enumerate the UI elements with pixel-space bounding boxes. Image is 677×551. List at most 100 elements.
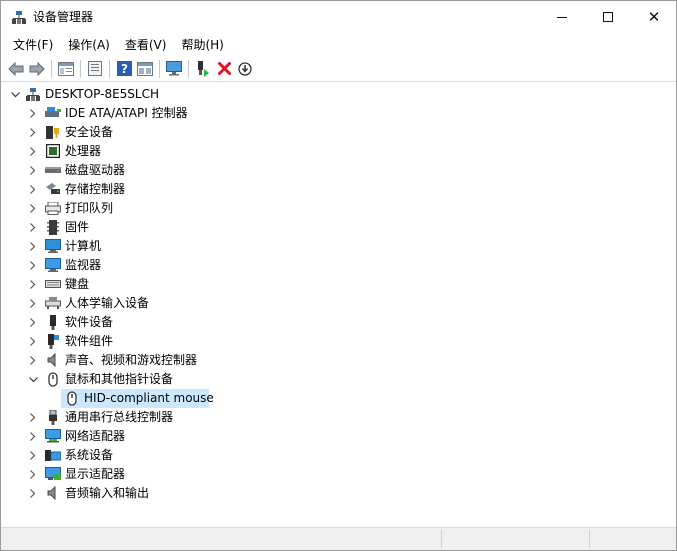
forward-arrow-icon bbox=[29, 61, 45, 76]
minimize-button[interactable] bbox=[539, 1, 585, 33]
expand-chevron-icon[interactable] bbox=[27, 446, 39, 465]
device-tree: DESKTOP-8E5SLCH IDE ATA/ATAPI 控制器 安全设备 处… bbox=[3, 85, 675, 525]
tree-item-label: 软件设备 bbox=[65, 315, 114, 329]
expand-chevron-icon[interactable] bbox=[27, 332, 39, 351]
expand-chevron-icon[interactable] bbox=[27, 465, 39, 484]
monitor-icon bbox=[45, 257, 61, 273]
tree-item-label: 处理器 bbox=[65, 144, 102, 158]
tree-item-label: 打印队列 bbox=[65, 201, 114, 215]
tree-item-audio-io[interactable]: 音频输入和输出 bbox=[3, 484, 303, 503]
tree-item-sound[interactable]: 声音、视频和游戏控制器 bbox=[3, 351, 303, 370]
device-view-button[interactable] bbox=[135, 59, 155, 79]
hid-icon bbox=[45, 295, 61, 311]
usb-icon bbox=[45, 409, 61, 425]
network-adapter-icon bbox=[45, 428, 61, 444]
firmware-icon bbox=[45, 219, 61, 235]
tree-item-display[interactable]: 显示适配器 bbox=[3, 465, 303, 484]
help-button[interactable]: ? bbox=[114, 59, 134, 79]
software-device-icon bbox=[45, 314, 61, 330]
toolbar: ? bbox=[1, 56, 676, 82]
maximize-button[interactable] bbox=[585, 1, 631, 33]
expand-chevron-icon[interactable] bbox=[27, 180, 39, 199]
tree-item-label: 网络适配器 bbox=[65, 429, 126, 443]
expand-chevron-icon[interactable] bbox=[27, 484, 39, 503]
back-button[interactable] bbox=[6, 59, 26, 79]
tree-item-print-queue[interactable]: 打印队列 bbox=[3, 199, 303, 218]
forward-button[interactable] bbox=[27, 59, 47, 79]
expand-chevron-icon[interactable] bbox=[27, 142, 39, 161]
tree-item-keyboard[interactable]: 键盘 bbox=[3, 275, 303, 294]
menu-help[interactable]: 帮助(H) bbox=[174, 36, 231, 54]
scan-hardware-changes-button[interactable] bbox=[164, 59, 184, 79]
expand-chevron-icon[interactable] bbox=[27, 199, 39, 218]
tree-item-software-device[interactable]: 软件设备 bbox=[3, 313, 303, 332]
expand-chevron-icon[interactable] bbox=[27, 275, 39, 294]
security-device-icon bbox=[45, 124, 61, 140]
show-hide-console-tree-button[interactable] bbox=[56, 59, 76, 79]
update-driver-icon bbox=[198, 60, 209, 77]
uninstall-device-button[interactable] bbox=[214, 59, 234, 79]
ide-controller-icon bbox=[45, 105, 61, 121]
expand-chevron-icon[interactable] bbox=[27, 256, 39, 275]
tree-item-label: 软件组件 bbox=[65, 334, 114, 348]
tree-item-label: 存储控制器 bbox=[65, 182, 126, 196]
software-component-icon bbox=[45, 333, 61, 349]
expand-chevron-icon[interactable] bbox=[27, 313, 39, 332]
properties-button[interactable] bbox=[85, 59, 105, 79]
expand-chevron-icon[interactable] bbox=[27, 218, 39, 237]
tree-item-system[interactable]: 系统设备 bbox=[3, 446, 303, 465]
title-bar: 设备管理器 ✕ bbox=[1, 1, 676, 33]
tree-root-label: DESKTOP-8E5SLCH bbox=[45, 87, 160, 101]
expand-chevron-icon[interactable] bbox=[27, 294, 39, 313]
tree-item-network[interactable]: 网络适配器 bbox=[3, 427, 303, 446]
tree-item-label: 声音、视频和游戏控制器 bbox=[65, 353, 198, 367]
tree-item-label: 磁盘驱动器 bbox=[65, 163, 126, 177]
tree-item-hid-compliant-mouse[interactable]: HID-compliant mouse bbox=[61, 389, 214, 408]
expand-chevron-icon[interactable] bbox=[27, 408, 39, 427]
tree-item-label: 显示适配器 bbox=[65, 467, 126, 481]
toolbar-separator bbox=[80, 59, 81, 78]
audio-io-icon bbox=[45, 485, 61, 501]
scan-hardware-icon bbox=[88, 61, 102, 76]
window-title: 设备管理器 bbox=[33, 10, 94, 24]
expand-chevron-icon[interactable] bbox=[27, 237, 39, 256]
tree-item-label: 固件 bbox=[65, 220, 90, 234]
close-button[interactable]: ✕ bbox=[631, 1, 677, 33]
toolbar-separator bbox=[159, 59, 160, 78]
tree-item-mice[interactable]: 鼠标和其他指针设备 bbox=[3, 370, 303, 389]
uninstall-x-icon bbox=[217, 62, 231, 75]
menu-file[interactable]: 文件(F) bbox=[6, 36, 61, 54]
tree-item-computer[interactable]: 计算机 bbox=[3, 237, 303, 256]
tree-item-label: 人体学输入设备 bbox=[65, 296, 150, 310]
computer-root-icon bbox=[25, 86, 41, 102]
tree-item-usb[interactable]: 通用串行总线控制器 bbox=[3, 408, 303, 427]
update-driver-button[interactable] bbox=[193, 59, 213, 79]
tree-item-disk[interactable]: 磁盘驱动器 bbox=[3, 161, 303, 180]
mouse-icon bbox=[45, 371, 61, 387]
sound-icon bbox=[45, 352, 61, 368]
tree-item-security[interactable]: 安全设备 bbox=[3, 123, 303, 142]
processor-icon bbox=[45, 143, 61, 159]
tree-item-storage[interactable]: 存储控制器 bbox=[3, 180, 303, 199]
tree-item-label: 键盘 bbox=[65, 277, 90, 291]
menu-view[interactable]: 查看(V) bbox=[118, 36, 175, 54]
tree-item-label: 通用串行总线控制器 bbox=[65, 410, 174, 424]
menu-action[interactable]: 操作(A) bbox=[61, 36, 118, 54]
expand-chevron-icon[interactable] bbox=[27, 104, 39, 123]
maximize-icon bbox=[603, 12, 613, 22]
expand-chevron-icon[interactable] bbox=[27, 427, 39, 446]
collapse-chevron-icon[interactable] bbox=[9, 85, 21, 104]
tree-root[interactable]: DESKTOP-8E5SLCH bbox=[3, 85, 303, 104]
expand-chevron-icon[interactable] bbox=[27, 123, 39, 142]
tree-item-monitor[interactable]: 监视器 bbox=[3, 256, 303, 275]
tree-item-hid[interactable]: 人体学输入设备 bbox=[3, 294, 303, 313]
computer-icon bbox=[45, 238, 61, 254]
tree-item-ide[interactable]: IDE ATA/ATAPI 控制器 bbox=[3, 104, 303, 123]
tree-item-processor[interactable]: 处理器 bbox=[3, 142, 303, 161]
expand-chevron-icon[interactable] bbox=[27, 161, 39, 180]
enable-device-button[interactable] bbox=[235, 59, 255, 79]
tree-item-firmware[interactable]: 固件 bbox=[3, 218, 303, 237]
tree-item-software-component[interactable]: 软件组件 bbox=[3, 332, 303, 351]
expand-chevron-icon[interactable] bbox=[27, 351, 39, 370]
collapse-chevron-icon[interactable] bbox=[27, 370, 39, 389]
